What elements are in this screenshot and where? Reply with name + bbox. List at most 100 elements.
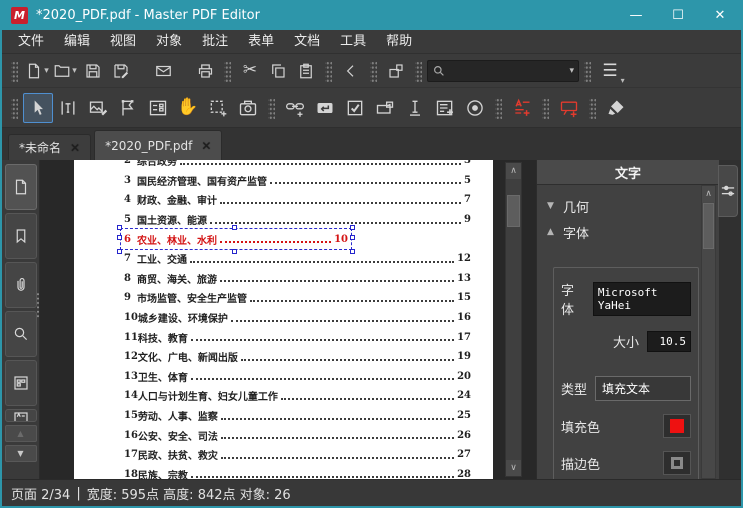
scroll-up-icon[interactable]: ∧ bbox=[506, 163, 521, 179]
selection-handle[interactable] bbox=[117, 235, 122, 241]
selection-handle[interactable] bbox=[350, 235, 355, 241]
document-viewport[interactable]: 2 综合政务 3 3 国民经济管理、国有资产监管 5 4 财政、金融、审计 7 5 国土资源、能源 9… bbox=[40, 160, 536, 479]
menu-item[interactable]: 编辑 bbox=[54, 30, 100, 54]
attachments-panel-button[interactable] bbox=[4, 262, 37, 308]
menu-item[interactable]: 对象 bbox=[146, 30, 192, 54]
toolbar-grip[interactable] bbox=[325, 59, 332, 82]
bookmarks-panel-button[interactable] bbox=[4, 213, 37, 259]
toolbar-grip[interactable] bbox=[370, 59, 377, 82]
maximize-button[interactable]: ☐ bbox=[657, 0, 699, 30]
radio-button-tool-button[interactable] bbox=[460, 93, 490, 123]
paste-button[interactable] bbox=[292, 58, 320, 84]
toolbar-grip[interactable] bbox=[542, 96, 549, 119]
toc-row[interactable]: 4 财政、金融、审计 7 bbox=[124, 190, 471, 210]
save-button[interactable] bbox=[79, 58, 107, 84]
search-input[interactable] bbox=[446, 63, 569, 78]
selection-handle[interactable] bbox=[117, 224, 122, 230]
panel-scroll-up-icon[interactable]: ∧ bbox=[702, 186, 715, 202]
open-file-dropdown-icon[interactable]: ▾ bbox=[72, 66, 77, 76]
toolbar-grip[interactable] bbox=[268, 96, 275, 119]
menu-item[interactable]: 文件 bbox=[8, 30, 54, 54]
toolbar-grip[interactable] bbox=[584, 59, 591, 82]
new-document-button[interactable]: ▾ bbox=[23, 58, 51, 84]
toc-row[interactable]: 7 工业、交通 12 bbox=[124, 249, 471, 269]
toolbar-grip[interactable] bbox=[495, 96, 502, 119]
menu-item[interactable]: 表单 bbox=[238, 30, 284, 54]
select-area-tool-button[interactable] bbox=[203, 93, 233, 123]
toc-row[interactable]: 17 民政、扶贫、救灾 27 bbox=[124, 445, 471, 465]
toolbar-grip[interactable] bbox=[224, 59, 231, 82]
toc-row[interactable]: 5 国土资源、能源 9 bbox=[124, 210, 471, 230]
highlighter-tool-button[interactable] bbox=[601, 93, 631, 123]
pdf-page[interactable]: 2 综合政务 3 3 国民经济管理、国有资产监管 5 4 财政、金融、审计 7 5 国土资源、能源 9… bbox=[74, 160, 493, 479]
toc-row[interactable]: 8 商贸、海关、旅游 13 bbox=[124, 269, 471, 289]
toc-row[interactable]: 15 劳动、人事、监察 25 bbox=[124, 406, 471, 426]
cut-button[interactable]: ✂ bbox=[236, 58, 264, 84]
toolbar-grip[interactable] bbox=[11, 59, 18, 82]
stroke-color-button[interactable] bbox=[663, 451, 691, 475]
sidebar-scroll-down-button[interactable]: ▼ bbox=[4, 445, 37, 462]
callout-tool-button[interactable] bbox=[554, 93, 584, 123]
scrollbar-track[interactable] bbox=[506, 179, 521, 460]
toolbar-grip[interactable] bbox=[415, 59, 422, 82]
toc-row[interactable]: 12 文化、广电、新闻出版 19 bbox=[124, 347, 471, 367]
close-button[interactable]: ✕ bbox=[699, 0, 741, 30]
toc-row[interactable]: 18 民族、宗教 28 bbox=[124, 465, 471, 479]
search-box[interactable]: ▾ bbox=[427, 59, 579, 82]
document-scrollbar[interactable]: ∧ ∨ bbox=[505, 162, 522, 477]
print-button[interactable] bbox=[191, 58, 219, 84]
menu-item[interactable]: 文档 bbox=[284, 30, 330, 54]
font-size-field[interactable]: 10.5 bbox=[647, 331, 691, 352]
edit-path-tool-button[interactable] bbox=[113, 93, 143, 123]
toc-row[interactable]: 9 市场监管、安全生产监管 15 bbox=[124, 288, 471, 308]
tab-close-icon[interactable]: ✕ bbox=[201, 139, 211, 153]
collapse-arrow-icon[interactable]: ▲ bbox=[547, 227, 563, 237]
tab-close-icon[interactable]: ✕ bbox=[70, 141, 80, 155]
selection-handle[interactable] bbox=[232, 248, 237, 254]
text-field-tool-button[interactable] bbox=[400, 93, 430, 123]
selection-handle[interactable] bbox=[117, 248, 122, 254]
edit-image-tool-button[interactable] bbox=[83, 93, 113, 123]
toolbar-grip[interactable] bbox=[11, 96, 18, 119]
collapse-arrow-icon[interactable]: ▼ bbox=[547, 201, 563, 211]
selection-handle[interactable] bbox=[350, 224, 355, 230]
select-tool-button[interactable] bbox=[23, 92, 53, 123]
edit-text-tool-button[interactable] bbox=[53, 93, 83, 123]
search-dropdown-icon[interactable]: ▾ bbox=[569, 66, 574, 76]
open-file-button[interactable]: ▾ bbox=[51, 58, 79, 84]
copy-button[interactable] bbox=[264, 58, 292, 84]
tab-2020-pdf[interactable]: *2020_PDF.pdf ✕ bbox=[94, 130, 223, 160]
toc-row[interactable]: 16 公安、安全、司法 26 bbox=[124, 425, 471, 445]
section-font[interactable]: ▲ 字体 bbox=[547, 219, 699, 245]
screenshot-tool-button[interactable] bbox=[233, 93, 263, 123]
checkbox-tool-button[interactable] bbox=[340, 93, 370, 123]
new-document-dropdown-icon[interactable]: ▾ bbox=[44, 66, 49, 76]
menu-item[interactable]: 批注 bbox=[192, 30, 238, 54]
link-tool-button[interactable] bbox=[280, 93, 310, 123]
toolbar-grip[interactable] bbox=[589, 96, 596, 119]
scroll-down-icon[interactable]: ∨ bbox=[506, 460, 521, 476]
hand-tool-button[interactable]: ✋ bbox=[173, 93, 203, 123]
toc-row[interactable]: 10 城乡建设、环境保护 16 bbox=[124, 308, 471, 328]
combobox-tool-button[interactable] bbox=[370, 93, 400, 123]
email-button[interactable] bbox=[149, 58, 177, 84]
menu-item[interactable]: 帮助 bbox=[376, 30, 422, 54]
selection-handle[interactable] bbox=[232, 224, 237, 230]
pages-panel-button[interactable] bbox=[4, 164, 37, 210]
annotations-panel-button[interactable] bbox=[4, 409, 37, 422]
menu-item[interactable]: 视图 bbox=[100, 30, 146, 54]
tab-untitled[interactable]: *未命名 ✕ bbox=[8, 134, 92, 160]
toc-row[interactable]: 2 综合政务 3 bbox=[124, 160, 471, 171]
snapshot-view-button[interactable] bbox=[382, 58, 410, 84]
button-tool-button[interactable] bbox=[310, 93, 340, 123]
section-geometry[interactable]: ▼ 几何 bbox=[547, 193, 699, 219]
panel-scrollbar-thumb[interactable] bbox=[703, 203, 714, 249]
toc-row[interactable]: 6 农业、林业、水利 10 bbox=[117, 224, 471, 254]
edit-forms-tool-button[interactable] bbox=[143, 93, 173, 123]
menu-item[interactable]: 工具 bbox=[330, 30, 376, 54]
listbox-tool-button[interactable] bbox=[430, 93, 460, 123]
toc-row[interactable]: 3 国民经济管理、国有资产监管 5 bbox=[124, 171, 471, 191]
panel-scrollbar[interactable]: ∧ bbox=[701, 185, 716, 479]
fill-color-button[interactable] bbox=[663, 414, 691, 438]
sticky-note-tool-button[interactable] bbox=[507, 93, 537, 123]
